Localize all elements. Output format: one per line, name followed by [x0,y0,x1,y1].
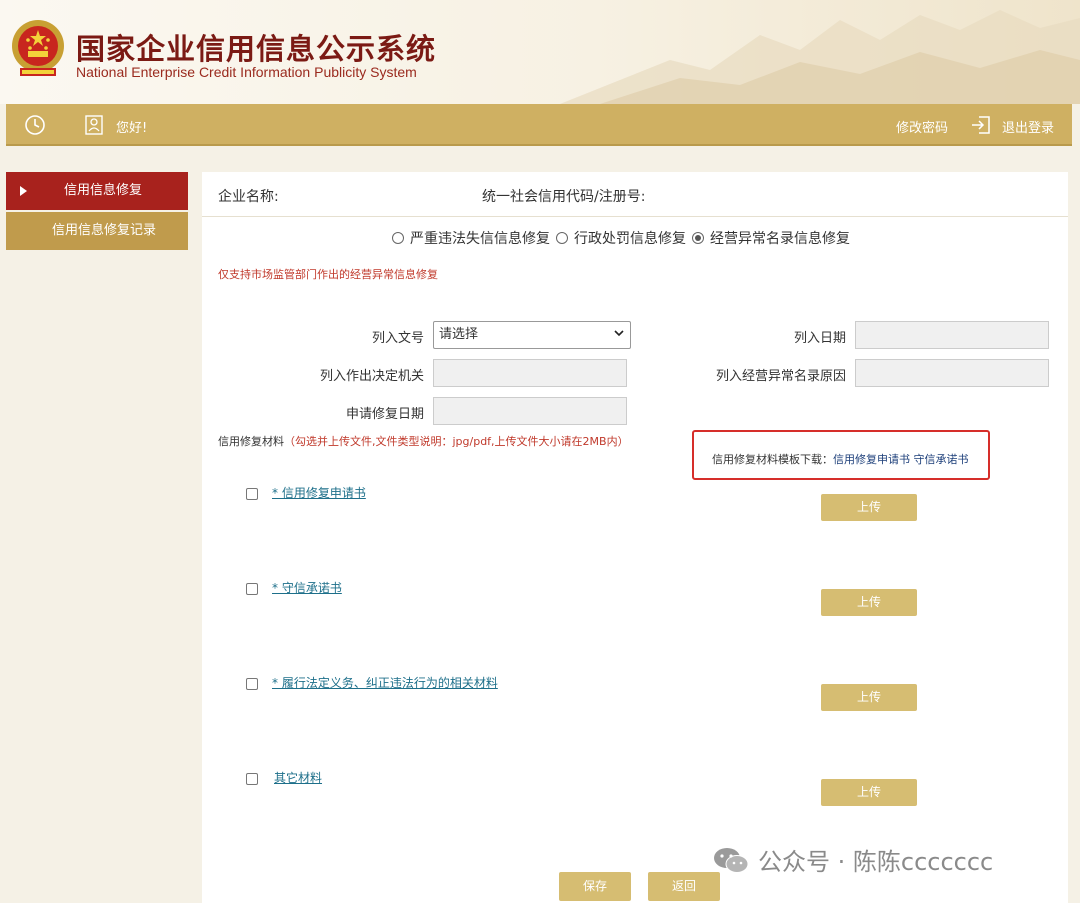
logout-icon[interactable] [970,114,992,136]
credit-code-label: 统一社会信用代码/注册号: [482,189,646,205]
authority-label: 列入作出决定机关 [319,369,424,384]
top-bar: 您好! 修改密码 退出登录 [6,104,1072,146]
material-row: 其它材料 上传 [202,763,1068,806]
sidebar: 信用信息修复 信用信息修复记录 [6,172,188,252]
radio-abnormal-operation[interactable] [692,232,704,244]
user-icon [85,115,103,135]
material-checkbox[interactable] [246,773,258,785]
material-link[interactable]: 其它材料 [274,769,322,786]
doc-no-select-value: 请选择 [439,327,479,342]
mountain-background [560,10,1080,104]
material-checkbox[interactable] [246,678,258,690]
template-link-application[interactable]: 信用修复申请书 [833,453,910,466]
change-password-link[interactable]: 修改密码 [896,117,948,136]
list-date-label: 列入日期 [793,331,846,346]
system-title: 国家企业信用信息公示系统 [76,32,437,66]
reason-label: 列入经营异常名录原因 [715,369,846,384]
material-row: * 履行法定义务、纠正违法行为的相关材料 上传 [202,668,1068,711]
national-emblem-icon [12,20,64,76]
material-checkbox[interactable] [246,583,258,595]
template-link-commitment[interactable]: 守信承诺书 [914,453,969,466]
greeting-text: 您好! [116,121,148,136]
sidebar-item-label: 信用信息修复记录 [52,223,157,238]
watermark-text: 公众号 · 陈陈ccccccc [758,848,994,876]
material-link[interactable]: * 守信承诺书 [272,579,342,596]
repair-type-group: 严重违法失信信息修复 行政处罚信息修复 经营异常名录信息修复 [388,228,852,248]
radio-label-admin-penalty[interactable]: 行政处罚信息修复 [574,228,686,248]
material-row: * 信用修复申请书 上传 [202,478,1068,521]
save-button[interactable]: 保存 [559,872,631,901]
apply-date-label: 申请修复日期 [345,407,424,422]
apply-date-field[interactable] [433,397,627,425]
notice-text: 仅支持市场监管部门作出的经营异常信息修复 [218,268,438,281]
logout-link[interactable]: 退出登录 [1002,117,1054,136]
template-download-text: 信用修复材料模板下载：信用修复申请书 守信承诺书 [712,451,969,467]
radio-label-abnormal-operation[interactable]: 经营异常名录信息修复 [710,228,850,248]
company-name-label: 企业名称: [218,189,279,205]
reason-field[interactable] [855,359,1049,387]
back-button[interactable]: 返回 [648,872,720,901]
radio-admin-penalty[interactable] [556,232,568,244]
watermark: 公众号 · 陈陈ccccccc [712,842,993,877]
materials-hint: （勾选并上传文件,文件类型说明：jpg/pdf,上传文件大小请在2MB内） [284,435,629,448]
sidebar-item-credit-repair[interactable]: 信用信息修复 [6,172,188,210]
material-checkbox[interactable] [246,488,258,500]
main-panel: 企业名称: 统一社会信用代码/注册号: 严重违法失信信息修复 行政处罚信息修复 … [202,172,1068,903]
sidebar-item-label: 信用信息修复 [64,183,143,198]
radio-label-serious-violation[interactable]: 严重违法失信信息修复 [410,228,550,248]
site-header: 国家企业信用信息公示系统 National Enterprise Credit … [0,0,1080,104]
wechat-icon [714,847,749,873]
template-prefix: 信用修复材料模板下载： [712,453,833,466]
clock-icon [25,115,45,135]
doc-no-select[interactable]: 请选择 [433,321,631,349]
material-link[interactable]: * 信用修复申请书 [272,484,366,501]
upload-button[interactable]: 上传 [821,494,917,521]
doc-no-label: 列入文号 [371,331,424,346]
sidebar-item-repair-records[interactable]: 信用信息修复记录 [6,212,188,250]
materials-title: 信用修复材料 [218,435,284,448]
radio-serious-violation[interactable] [392,232,404,244]
upload-button[interactable]: 上传 [821,684,917,711]
divider [202,216,1068,217]
template-download-box: 信用修复材料模板下载：信用修复申请书 守信承诺书 [692,430,990,480]
caret-right-icon [20,186,27,196]
material-link[interactable]: * 履行法定义务、纠正违法行为的相关材料 [272,674,498,691]
list-date-field[interactable] [855,321,1049,349]
upload-button[interactable]: 上传 [821,779,917,806]
authority-field[interactable] [433,359,627,387]
upload-button[interactable]: 上传 [821,589,917,616]
material-row: * 守信承诺书 上传 [202,573,1068,616]
materials-label: 信用修复材料（勾选并上传文件,文件类型说明：jpg/pdf,上传文件大小请在2M… [218,433,629,449]
chevron-down-icon [614,330,624,337]
system-subtitle: National Enterprise Credit Information P… [76,64,417,80]
